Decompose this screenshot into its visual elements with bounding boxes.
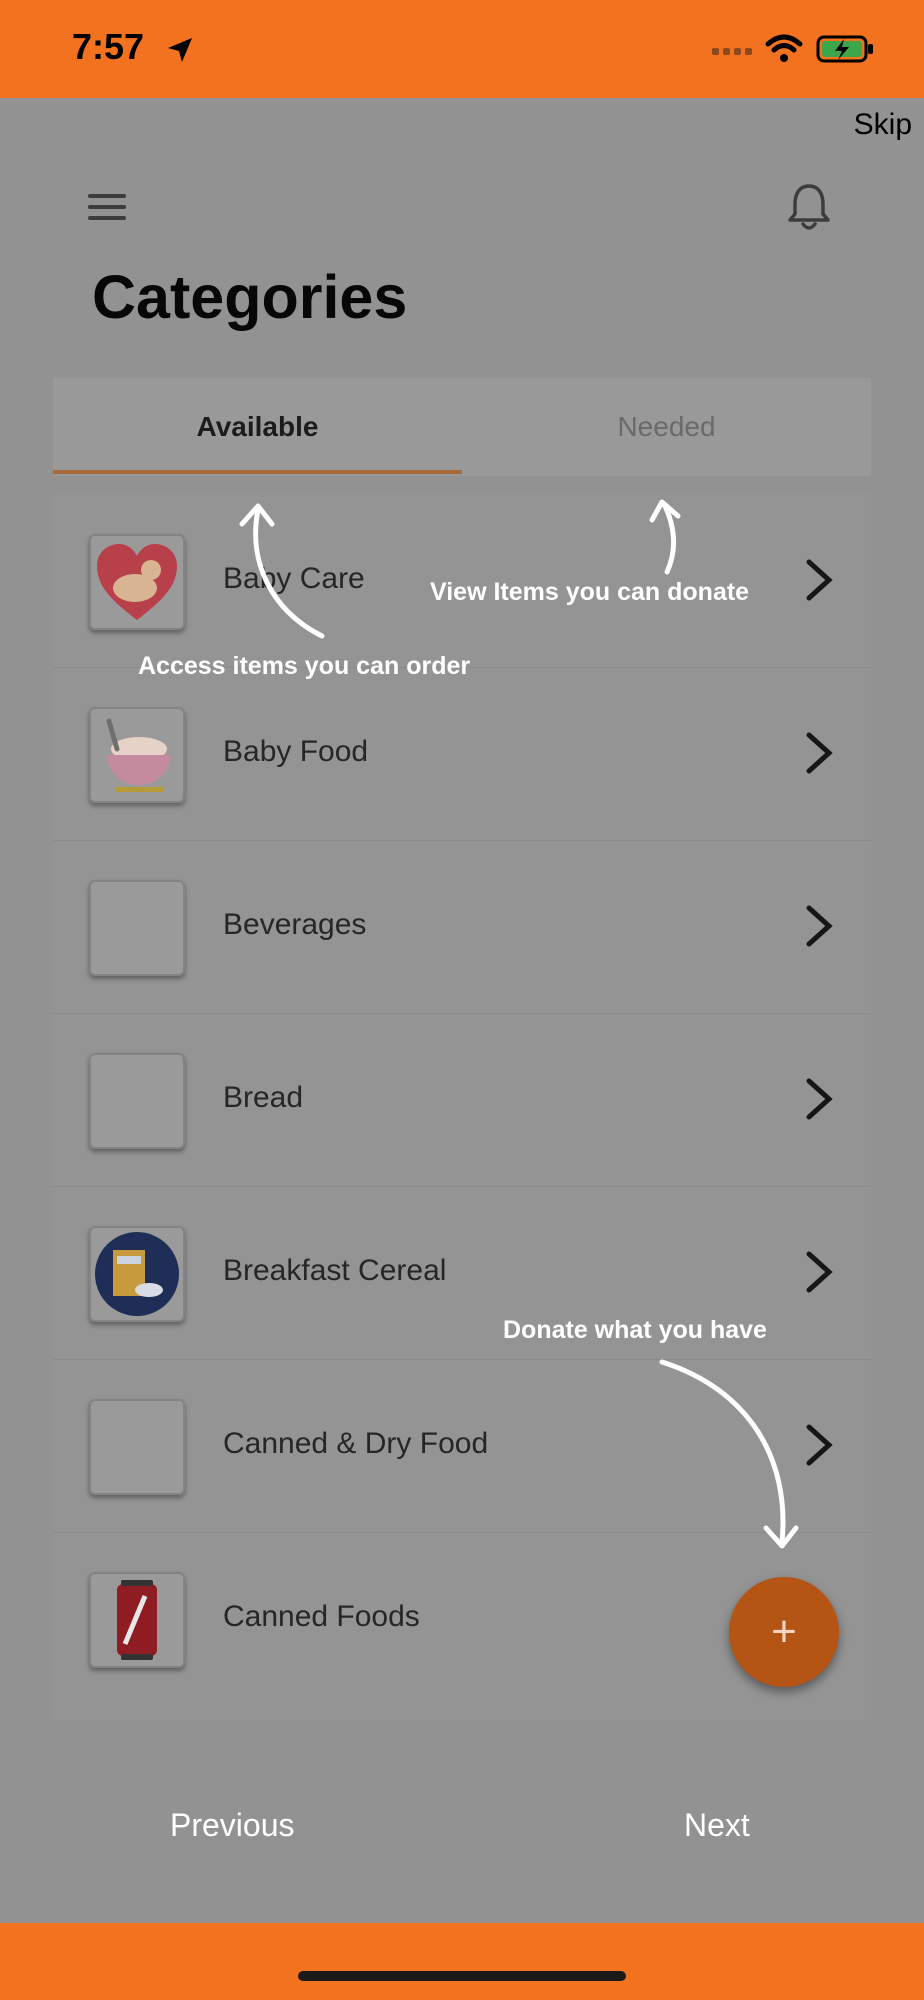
battery-icon [816, 35, 873, 63]
home-indicator[interactable] [298, 1971, 626, 1981]
skip-button[interactable]: Skip [854, 108, 912, 142]
baby-care-heart-icon [89, 534, 185, 630]
category-tabs: Available Needed [53, 378, 871, 476]
soda-can-icon [89, 1572, 185, 1668]
empty-thumbnail [89, 880, 185, 976]
status-bar: 7:57 [0, 0, 924, 98]
tab-needed[interactable]: Needed [462, 378, 871, 476]
list-item-bread[interactable]: Bread [53, 1013, 871, 1187]
tab-available-label: Available [196, 411, 319, 442]
hint-donate-have: Donate what you have [503, 1316, 767, 1344]
bell-icon[interactable] [786, 182, 832, 232]
hint-access-order: Access items you can order [138, 652, 471, 680]
cereal-box-icon [89, 1226, 185, 1322]
list-item-label: Baby Food [223, 735, 369, 768]
wifi-icon [765, 34, 803, 62]
signal-icon [712, 48, 752, 55]
bottom-bar [0, 1923, 924, 2000]
chevron-right-icon [806, 1078, 833, 1120]
list-item-beverages[interactable]: Beverages [53, 840, 871, 1014]
chevron-right-icon [806, 905, 833, 947]
list-item-label: Canned & Dry Food [223, 1427, 489, 1460]
empty-thumbnail [89, 1053, 185, 1149]
chevron-right-icon [806, 559, 833, 601]
list-item-baby-food[interactable]: Baby Food [53, 667, 871, 841]
list-item-label: Beverages [223, 908, 367, 941]
plus-icon: + [771, 1607, 797, 1656]
status-time: 7:57 [72, 26, 145, 67]
list-item-label: Breakfast Cereal [223, 1254, 447, 1287]
chevron-right-icon [806, 1251, 833, 1293]
tab-active-indicator [53, 470, 462, 474]
hamburger-icon[interactable] [86, 190, 130, 224]
chevron-right-icon [806, 1424, 833, 1466]
empty-thumbnail [89, 1399, 185, 1495]
page-title: Categories [92, 263, 408, 331]
hint-view-donate: View Items you can donate [430, 578, 750, 606]
chevron-right-icon [806, 732, 833, 774]
tab-available[interactable]: Available [53, 378, 462, 476]
tab-needed-label: Needed [617, 411, 716, 442]
list-item-label: Baby Care [223, 562, 365, 595]
list-item-label: Bread [223, 1081, 304, 1114]
location-arrow-icon [168, 38, 192, 62]
previous-button[interactable]: Previous [170, 1807, 295, 1844]
list-item-canned-dry-food[interactable]: Canned & Dry Food [53, 1359, 871, 1533]
next-button[interactable]: Next [684, 1807, 750, 1844]
add-donation-button[interactable]: + [729, 1577, 839, 1687]
baby-food-bowl-icon [89, 707, 185, 803]
list-item-label: Canned Foods [223, 1600, 420, 1633]
